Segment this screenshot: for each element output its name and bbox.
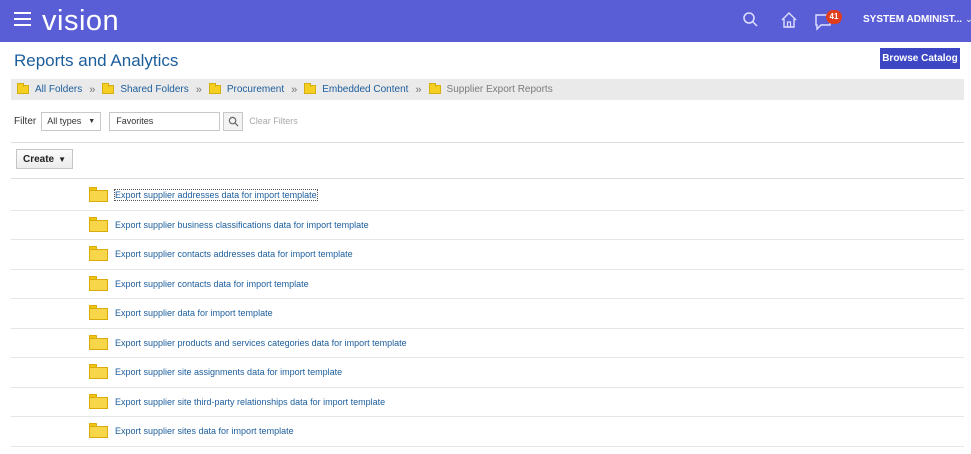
breadcrumb: All Folders » Shared Folders » Procureme… [11,79,964,100]
breadcrumb-item-procurement[interactable]: Procurement [208,83,285,95]
list-item: Export supplier sites data for import te… [11,417,964,447]
folder-icon[interactable] [89,305,108,320]
type-filter-value: All types [47,116,82,126]
report-link[interactable]: Export supplier business classifications… [115,220,369,230]
search-icon[interactable] [741,10,761,30]
notification-count-badge: 41 [826,10,842,24]
list-item: Export supplier site assignments data fo… [11,358,964,388]
report-link[interactable]: Export supplier addresses data for impor… [114,189,318,201]
folder-icon[interactable] [89,187,108,202]
folder-icon [304,83,317,94]
report-list: Export supplier addresses data for impor… [11,181,964,447]
report-link[interactable]: Export supplier data for import template [115,308,273,318]
user-menu[interactable]: SYSTEM ADMINIST... ⌄ [863,14,971,25]
page-title: Reports and Analytics [14,51,179,70]
list-item: Export supplier site third-party relatio… [11,388,964,417]
divider [11,142,964,143]
list-item: Export supplier data for import template [11,299,964,329]
create-button[interactable]: Create ▼ [16,149,73,169]
menu-icon[interactable] [14,12,31,28]
list-item: Export supplier addresses data for impor… [11,181,964,211]
report-link[interactable]: Export supplier contacts data for import… [115,279,309,289]
chevron-down-icon: ⌄ [965,14,971,24]
clear-filters-link[interactable]: Clear Filters [249,116,298,126]
folder-icon[interactable] [89,216,108,232]
report-link[interactable]: Export supplier sites data for import te… [115,426,294,436]
brand-logo: vision [42,5,120,37]
breadcrumb-item-shared-folders[interactable]: Shared Folders [102,83,189,95]
top-navigation-bar: vision 41 SYSTEM ADMINIST... ⌄ [0,0,971,42]
folder-icon [208,83,221,94]
breadcrumb-item-current: Supplier Export Reports [428,83,553,95]
breadcrumb-separator-icon: » [291,83,298,96]
breadcrumb-label: Embedded Content [322,84,409,95]
folder-icon[interactable] [89,334,108,350]
home-icon[interactable] [779,10,799,30]
folder-icon[interactable] [89,275,108,291]
folder-icon [428,83,441,94]
folder-icon[interactable] [89,423,108,438]
breadcrumb-label: Shared Folders [120,84,189,95]
breadcrumb-separator-icon: » [89,83,96,96]
breadcrumb-separator-icon: » [195,83,202,96]
folder-icon [17,83,29,94]
breadcrumb-label: Supplier Export Reports [446,84,553,95]
report-link[interactable]: Export supplier site assignments data fo… [115,367,342,377]
report-link[interactable]: Export supplier site third-party relatio… [115,397,385,407]
folder-icon[interactable] [89,393,108,409]
breadcrumb-label: All Folders [35,84,83,95]
breadcrumb-item-all-folders[interactable]: All Folders [17,83,83,95]
dropdown-arrow-icon: ▼ [58,154,67,164]
dropdown-arrow-icon: ▼ [88,117,96,125]
search-button[interactable] [223,111,244,131]
breadcrumb-item-embedded-content[interactable]: Embedded Content [304,83,409,95]
user-name: SYSTEM ADMINIST... [863,14,963,25]
filter-bar: Filter All types ▼ Clear Filters [14,111,298,131]
browse-catalog-button[interactable]: Browse Catalog [880,48,960,69]
list-item: Export supplier products and services ca… [11,329,964,358]
search-icon [228,116,239,127]
search-input[interactable] [109,111,221,131]
list-item: Export supplier business classifications… [11,211,964,240]
report-link[interactable]: Export supplier contacts addresses data … [115,249,353,259]
breadcrumb-label: Procurement [226,84,285,95]
folder-icon[interactable] [89,246,108,261]
list-item: Export supplier contacts data for import… [11,270,964,299]
create-label: Create [22,153,55,165]
report-link[interactable]: Export supplier products and services ca… [115,338,407,348]
list-item: Export supplier contacts addresses data … [11,240,964,270]
breadcrumb-separator-icon: » [415,83,422,96]
folder-icon[interactable] [89,364,108,379]
divider [11,178,964,179]
type-filter-select[interactable]: All types ▼ [41,111,102,131]
folder-icon [102,83,115,94]
filter-label: Filter [14,115,37,127]
